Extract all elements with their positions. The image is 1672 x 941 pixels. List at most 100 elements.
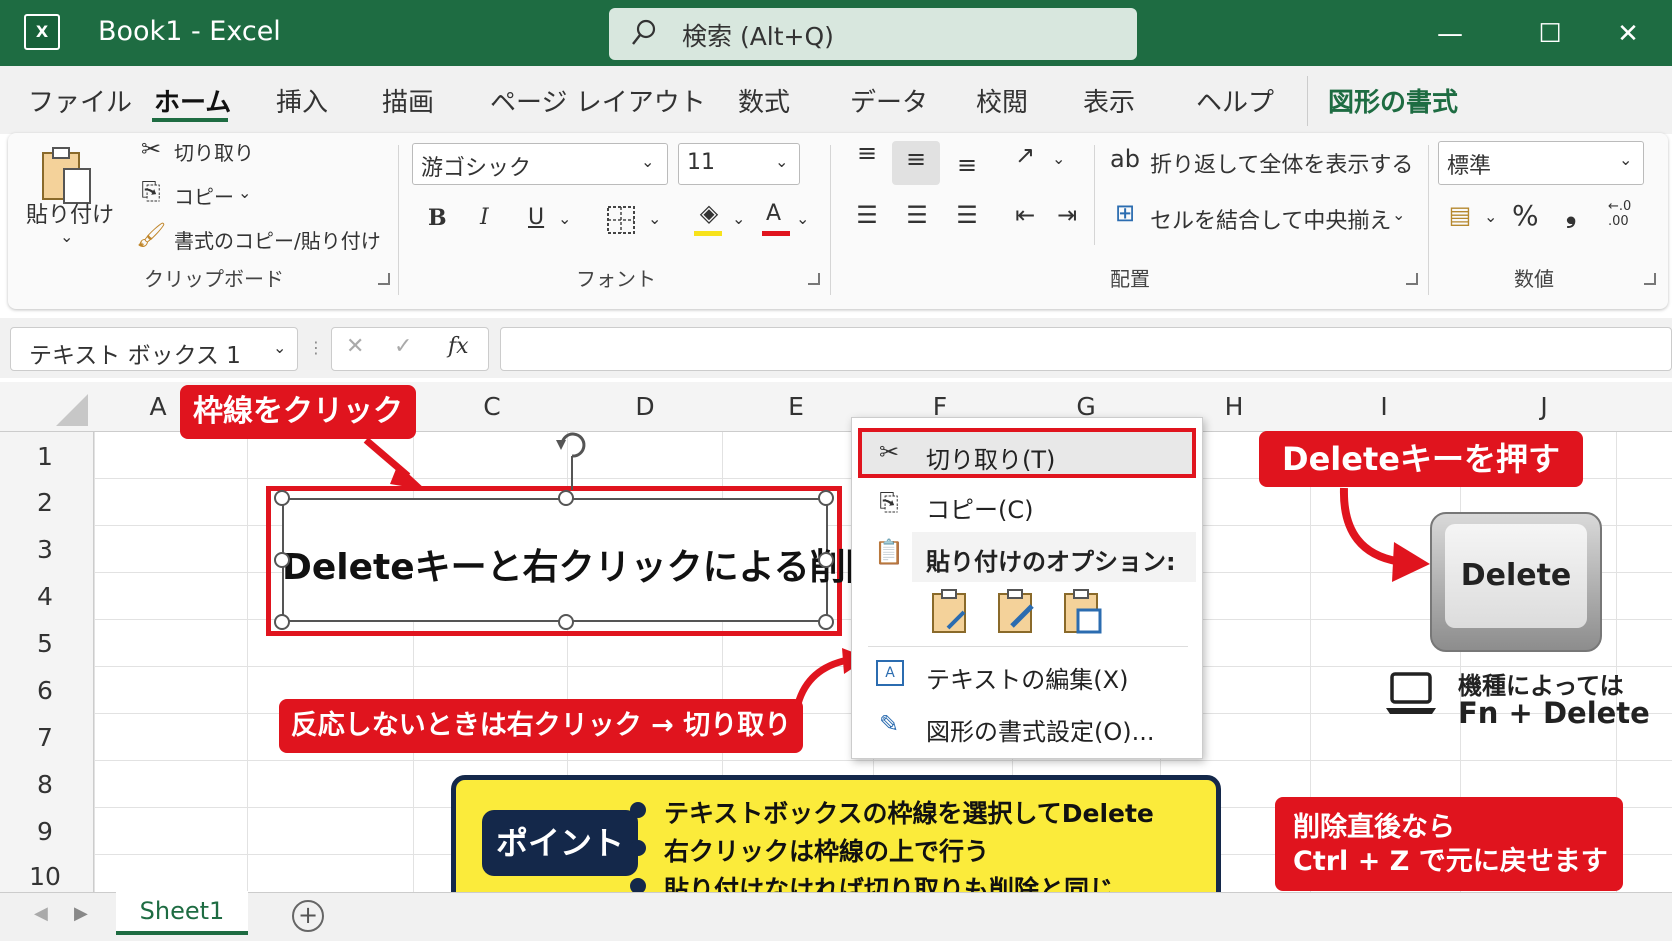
cancel-formula-button[interactable]: ✕: [346, 334, 364, 359]
row-header-9[interactable]: 9: [0, 817, 90, 846]
column-header-e[interactable]: E: [776, 392, 816, 421]
name-box[interactable]: テキスト ボックス 1 ⌄: [10, 327, 298, 371]
select-all-icon[interactable]: [54, 392, 90, 428]
font-launcher-icon[interactable]: [808, 273, 820, 285]
formula-input[interactable]: [500, 327, 1672, 371]
tab-formulas[interactable]: 数式: [738, 82, 790, 119]
resize-handle[interactable]: [558, 490, 574, 506]
font-name-dropdown[interactable]: 游ゴシック ⌄: [412, 143, 668, 185]
drag-handle-icon[interactable]: ⋮: [308, 338, 324, 357]
fill-color-dropdown-icon[interactable]: ⌄: [732, 209, 745, 228]
copy-icon[interactable]: ⎘: [136, 177, 166, 205]
tab-insert[interactable]: 挿入: [276, 82, 328, 119]
align-right-icon[interactable]: ☰: [950, 201, 984, 229]
underline-dropdown-icon[interactable]: ⌄: [558, 209, 571, 228]
bold-button[interactable]: B: [428, 205, 447, 231]
paste-dropdown-icon[interactable]: ⌄: [60, 227, 73, 246]
font-size-dropdown[interactable]: 11 ⌄: [678, 143, 800, 185]
fill-color-icon[interactable]: ◈: [694, 199, 724, 227]
copy-button[interactable]: コピー: [174, 181, 234, 210]
tab-file[interactable]: ファイル: [28, 82, 132, 119]
minimize-button[interactable]: —: [1430, 14, 1470, 54]
tab-page-layout[interactable]: ページ レイアウト: [490, 82, 706, 119]
row-header-2[interactable]: 2: [0, 488, 90, 517]
rotate-handle-icon[interactable]: [552, 428, 592, 492]
scissors-icon[interactable]: ✂: [136, 135, 166, 163]
row-header-1[interactable]: 1: [0, 442, 90, 471]
resize-handle[interactable]: [274, 490, 290, 506]
align-top-icon[interactable]: ≡: [850, 139, 884, 167]
resize-handle[interactable]: [558, 614, 574, 630]
tab-view[interactable]: 表示: [1083, 82, 1135, 119]
paste-picture-icon[interactable]: [1062, 588, 1104, 636]
accounting-dropdown-icon[interactable]: ⌄: [1484, 207, 1497, 226]
column-header-j[interactable]: J: [1524, 392, 1564, 421]
menu-item-copy[interactable]: ⎘ コピー(C): [858, 480, 1196, 530]
borders-dropdown-icon[interactable]: ⌄: [648, 209, 661, 228]
column-header-c[interactable]: C: [472, 392, 512, 421]
increase-indent-icon[interactable]: ⇥: [1050, 201, 1084, 229]
column-header-i[interactable]: I: [1364, 392, 1404, 421]
row-header-6[interactable]: 6: [0, 676, 90, 705]
orientation-dropdown-icon[interactable]: ⌄: [1052, 149, 1065, 168]
resize-handle[interactable]: [818, 490, 834, 506]
align-left-icon[interactable]: ☰: [850, 201, 884, 229]
search-box[interactable]: 検索 (Alt+Q): [609, 8, 1137, 60]
scroll-left-icon[interactable]: ◀: [34, 903, 48, 924]
insert-function-button[interactable]: fx: [448, 334, 469, 359]
column-header-d[interactable]: D: [625, 392, 665, 421]
row-header-10[interactable]: 10: [0, 862, 90, 891]
copy-dropdown-icon[interactable]: ⌄: [238, 183, 251, 202]
align-center-icon[interactable]: ☰: [900, 201, 934, 229]
align-bottom-icon[interactable]: ≡: [950, 151, 984, 179]
close-button[interactable]: ✕: [1608, 14, 1648, 54]
row-header-5[interactable]: 5: [0, 629, 90, 658]
accounting-format-icon[interactable]: ▤: [1442, 201, 1478, 229]
tab-draw[interactable]: 描画: [382, 82, 434, 119]
column-header-a[interactable]: A: [138, 392, 178, 421]
merge-center-button[interactable]: セルを結合して中央揃え: [1150, 203, 1391, 235]
column-header-h[interactable]: H: [1214, 392, 1254, 421]
enter-formula-button[interactable]: ✓: [394, 334, 412, 359]
row-header-4[interactable]: 4: [0, 582, 90, 611]
tab-review[interactable]: 校閲: [976, 82, 1028, 119]
row-header-3[interactable]: 3: [0, 535, 90, 564]
resize-handle[interactable]: [818, 552, 834, 568]
paste-keep-source-icon[interactable]: [930, 588, 972, 636]
orientation-icon[interactable]: ↗: [1008, 141, 1042, 169]
resize-handle[interactable]: [818, 614, 834, 630]
italic-button[interactable]: I: [480, 205, 489, 230]
alignment-launcher-icon[interactable]: [1406, 273, 1418, 285]
increase-decimal-button[interactable]: ←.0 .00: [1608, 199, 1646, 229]
tab-help[interactable]: ヘルプ: [1196, 82, 1274, 119]
wrap-text-button[interactable]: 折り返して全体を表示する: [1150, 147, 1413, 179]
scroll-right-icon[interactable]: ▶: [74, 903, 88, 924]
font-color-button[interactable]: A: [766, 201, 781, 226]
menu-item-cut[interactable]: ✂ 切り取り(T): [858, 428, 1196, 478]
clipboard-launcher-icon[interactable]: [378, 273, 390, 285]
font-color-dropdown-icon[interactable]: ⌄: [796, 209, 809, 228]
tab-shape-format[interactable]: 図形の書式: [1328, 82, 1458, 119]
sheet-tab-sheet1[interactable]: Sheet1: [116, 891, 248, 935]
tab-home[interactable]: ホーム: [154, 82, 231, 119]
format-painter-button[interactable]: 書式のコピー/貼り付け: [174, 225, 381, 254]
paste-button[interactable]: 貼り付け: [26, 197, 114, 229]
merge-center-icon[interactable]: ⊞: [1108, 199, 1142, 227]
cut-button[interactable]: 切り取り: [174, 137, 254, 166]
resize-handle[interactable]: [274, 614, 290, 630]
align-middle-button[interactable]: ≡: [892, 141, 940, 185]
tab-data[interactable]: データ: [850, 82, 928, 119]
maximize-button[interactable]: ☐: [1530, 14, 1570, 54]
decrease-indent-icon[interactable]: ⇤: [1008, 201, 1042, 229]
number-format-dropdown[interactable]: 標準 ⌄: [1438, 141, 1644, 185]
number-launcher-icon[interactable]: [1644, 273, 1656, 285]
menu-item-edit-text[interactable]: A テキストの編集(X): [858, 650, 1196, 700]
wrap-text-icon[interactable]: ab: [1108, 145, 1142, 173]
add-sheet-button[interactable]: +: [292, 900, 324, 932]
row-header-8[interactable]: 8: [0, 770, 90, 799]
underline-button[interactable]: U: [528, 205, 544, 230]
format-painter-icon[interactable]: 🖌: [136, 221, 166, 249]
paste-formatting-icon[interactable]: [996, 588, 1038, 636]
menu-item-format-shape[interactable]: ✎ 図形の書式設定(O)...: [858, 702, 1196, 752]
merge-dropdown-icon[interactable]: ⌄: [1392, 205, 1405, 224]
